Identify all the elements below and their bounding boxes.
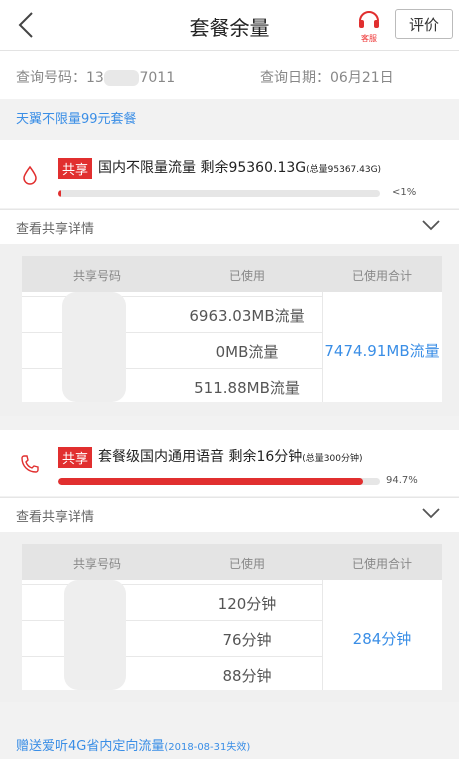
phone-tail: 7011	[139, 70, 176, 86]
data-share-table: 共享号码 已使用 已使用合计 1 011 6963.03MB流量 1 6296 …	[22, 256, 442, 402]
header-used: 已使用	[228, 269, 265, 283]
chevron-down-icon	[422, 220, 440, 231]
date-label: 查询日期：	[260, 70, 330, 86]
voice-item-title: 共享 套餐级国内通用语音 剩余16分钟(总量300分钟)	[58, 446, 362, 468]
date-value: 06月21日	[330, 70, 394, 86]
header-total: 已使用合计	[351, 557, 412, 571]
query-info: 查询号码：1300007011 查询日期：06月21日	[0, 51, 459, 99]
header-number: 共享号码	[72, 557, 121, 571]
data-percent: <1%	[392, 187, 417, 198]
voice-share-table: 共享号码 已使用 已使用合计 1 11 120分钟 17 96 76分钟 17 …	[22, 544, 442, 690]
query-date: 查询日期：06月21日	[260, 67, 394, 87]
shared-tag: 共享	[58, 157, 93, 179]
number-redaction	[62, 292, 126, 402]
gift-text: 赠送爱听4G省内定向流量	[16, 739, 165, 754]
voice-progress-bar	[58, 478, 380, 485]
share-used: 120分钟	[217, 595, 277, 613]
gift-data-link[interactable]: 赠送爱听4G省内定向流量(2018-08-31失效)	[0, 735, 459, 759]
voice-total-used: 284分钟	[352, 630, 412, 648]
share-used: 511.88MB流量	[194, 379, 300, 397]
data-usage-card: 共享 国内不限量流量 剩余95360.13G(总量95367.43G) <1%	[0, 140, 459, 208]
voice-remaining: 套餐级国内通用语音 剩余16分钟	[98, 449, 303, 465]
data-item-title: 共享 国内不限量流量 剩余95360.13G(总量95367.43G)	[58, 157, 381, 179]
water-drop-icon	[23, 165, 37, 185]
voice-usage-card: 共享 套餐级国内通用语音 剩余16分钟(总量300分钟) 94.7%	[0, 430, 459, 496]
voice-total-note: (总量300分钟)	[302, 454, 363, 464]
chevron-down-icon	[422, 508, 440, 519]
data-remaining: 国内不限量流量 剩余95360.13G	[98, 160, 307, 176]
header-used: 已使用	[228, 557, 265, 571]
data-progress-bar	[58, 190, 380, 197]
plan-name: 天翼不限量99元套餐	[16, 112, 137, 127]
number-redaction	[64, 580, 126, 690]
service-label: 客服	[361, 34, 377, 43]
header-total: 已使用合计	[351, 269, 412, 283]
data-total-used: 7474.91MB流量	[324, 342, 440, 360]
table-header: 共享号码 已使用 已使用合计	[22, 544, 442, 580]
data-share-table-section: 共享号码 已使用 已使用合计 1 011 6963.03MB流量 1 6296 …	[0, 244, 459, 416]
gift-expiry: (2018-08-31失效)	[164, 742, 251, 753]
page-title: 套餐余量	[189, 16, 270, 40]
voice-share-table-section: 共享号码 已使用 已使用合计 1 11 120分钟 17 96 76分钟 17 …	[0, 532, 459, 702]
rate-button[interactable]: 评价	[395, 9, 453, 39]
share-used: 88分钟	[222, 667, 272, 685]
app-header: 套餐余量 客服 评价	[0, 0, 459, 51]
phone-icon	[21, 455, 39, 473]
detail-label: 查看共享详情	[16, 510, 95, 525]
customer-service-button[interactable]: 客服	[352, 6, 386, 46]
shared-tag: 共享	[58, 446, 93, 468]
share-used: 76分钟	[222, 631, 272, 649]
phone-label: 查询号码：13	[16, 70, 104, 86]
voice-percent: 94.7%	[386, 475, 418, 486]
headset-icon	[359, 11, 379, 28]
phone-redaction: 0000	[103, 70, 140, 86]
data-progress-fill	[58, 190, 61, 197]
voice-share-detail-toggle[interactable]: 查看共享详情	[0, 497, 459, 532]
data-share-detail-toggle[interactable]: 查看共享详情	[0, 209, 459, 244]
share-used: 0MB流量	[215, 343, 279, 361]
share-used: 6963.03MB流量	[189, 307, 305, 325]
header-number: 共享号码	[72, 269, 121, 283]
query-phone: 查询号码：1300007011	[16, 67, 175, 87]
voice-progress-fill	[58, 478, 363, 485]
data-total-note: (总量95367.43G)	[306, 165, 382, 175]
table-header: 共享号码 已使用 已使用合计	[22, 256, 442, 292]
detail-label: 查看共享详情	[16, 222, 95, 237]
